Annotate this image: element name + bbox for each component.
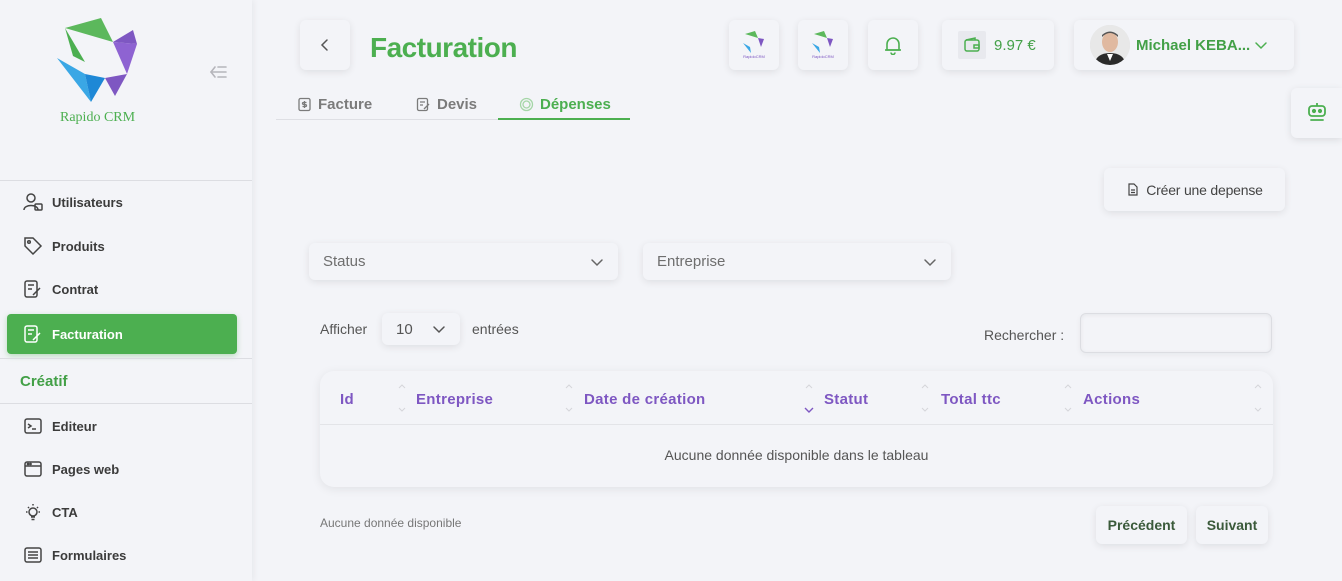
chevron-down-icon [591,258,603,266]
invoice-icon [298,97,311,111]
document-icon [1128,183,1138,196]
user-lock-icon [23,193,43,211]
sidebar-item-label: Facturation [52,326,123,342]
tab-devis[interactable]: Devis [416,88,477,120]
app-icon-caption: RapidoCRM [812,54,834,59]
tab-label: Facture [318,95,373,113]
sort-icon [921,384,929,412]
app-switch-button[interactable]: RapidoCRM [729,20,779,70]
expenses-table: Id Entreprise Date de création Statut To… [320,371,1273,487]
rapido-logo [57,18,137,102]
robot-icon [1307,103,1326,121]
page-title: Facturation [370,32,517,63]
notifications-button[interactable] [868,20,918,70]
coin-icon [519,97,534,111]
tag-icon [24,237,43,256]
user-name: Michael KEBA... [1136,36,1251,54]
tab-label: Devis [437,95,478,113]
sidebar-item-label: Pages web [52,461,120,477]
wallet-balance[interactable]: 9.97 € [942,20,1054,70]
chevron-down-icon [924,258,936,266]
brand-name: Rapido CRM [60,110,136,125]
sort-icon [1254,384,1262,412]
table-empty-message: Aucune donnée disponible dans le tableau [664,447,929,463]
sidebar-item-label: Contrat [52,281,99,297]
avatar-image [1090,25,1130,65]
status-filter-select[interactable]: Status [309,243,618,280]
sidebar-divider [0,403,252,404]
sort-icon [1064,384,1072,412]
create-expense-button[interactable]: Créer une depense [1104,168,1285,211]
app-switch-button[interactable]: RapidoCRM [798,20,848,70]
entries-label: entrées [472,321,519,337]
rapido-app-icon: RapidoCRM [812,31,834,59]
assistant-bot-button[interactable] [1291,88,1342,138]
column-header-total-ttc[interactable]: Total ttc [941,391,1001,408]
tab-label: Dépenses [540,95,611,113]
column-header-actions[interactable]: Actions [1083,391,1140,408]
chevron-down-icon [433,326,445,334]
sort-icon [398,384,406,412]
search-label: Rechercher : [984,327,1065,343]
sidebar-item-label: Formulaires [52,547,127,563]
tab-facture[interactable]: Facture [297,88,372,120]
sidebar: Rapido CRM Utilisateurs Produits Contrat… [0,0,252,581]
sidebar-item-label: Editeur [52,418,97,434]
sidebar-section-title: Créatif [20,373,68,390]
show-entries-label: Afficher [320,321,368,337]
company-filter-select[interactable]: Entreprise [643,243,951,280]
sort-desc-icon [804,384,814,413]
column-header-statut[interactable]: Statut [824,391,868,408]
sidebar-item-facturation[interactable]: Facturation [7,314,237,354]
chevron-down-icon [1255,42,1267,50]
create-expense-label: Créer une depense [1146,181,1263,198]
sidebar-item-editeur[interactable]: Editeur [7,406,237,446]
column-header-entreprise[interactable]: Entreprise [416,391,493,408]
back-button[interactable] [300,20,350,70]
terminal-icon [24,418,42,434]
sidebar-item-formulaires[interactable]: Formulaires [7,535,237,575]
rapido-app-icon: RapidoCRM [743,31,765,59]
contract-icon [24,280,41,298]
lightbulb-icon [26,504,40,521]
chevron-left-icon [320,39,328,51]
collapse-sidebar-icon[interactable] [208,62,228,82]
active-tab-indicator [498,118,630,120]
company-filter-value: Entreprise [657,253,726,270]
table-info: Aucune donnée disponible [320,516,462,530]
column-header-id[interactable]: Id [340,391,354,408]
wallet-icon [964,37,980,52]
status-filter-value: Status [323,253,366,270]
page-length-value: 10 [396,320,413,338]
wallet-icon-box [958,31,986,59]
form-icon [24,547,42,563]
sidebar-item-label: CTA [52,504,78,520]
sidebar-item-produits[interactable]: Produits [7,226,237,266]
avatar [1090,25,1130,65]
search-input[interactable] [1080,313,1272,353]
browser-icon [24,461,42,477]
invoice-icon [24,325,41,343]
bell-icon [885,37,901,55]
user-menu[interactable]: Michael KEBA... [1074,20,1294,70]
page-length-select[interactable]: 10 [382,313,460,345]
sort-icon [565,384,573,412]
next-page-button[interactable]: Suivant [1196,506,1268,544]
edit-doc-icon [416,97,430,111]
wallet-amount: 9.97 € [994,36,1036,54]
tab-depenses[interactable]: Dépenses [519,88,611,120]
sidebar-divider [0,180,252,181]
previous-page-button[interactable]: Précédent [1096,506,1187,544]
sidebar-item-contrat[interactable]: Contrat [7,269,237,309]
sidebar-item-cta[interactable]: CTA [7,492,237,532]
column-header-date-creation[interactable]: Date de création [584,391,706,408]
sidebar-item-pages-web[interactable]: Pages web [7,449,237,489]
sidebar-item-label: Produits [52,238,105,254]
sidebar-item-utilisateurs[interactable]: Utilisateurs [7,182,237,222]
sidebar-divider [0,358,252,359]
table-header: Id Entreprise Date de création Statut To… [320,371,1273,425]
sidebar-item-label: Utilisateurs [52,194,123,210]
app-icon-caption: RapidoCRM [743,54,765,59]
